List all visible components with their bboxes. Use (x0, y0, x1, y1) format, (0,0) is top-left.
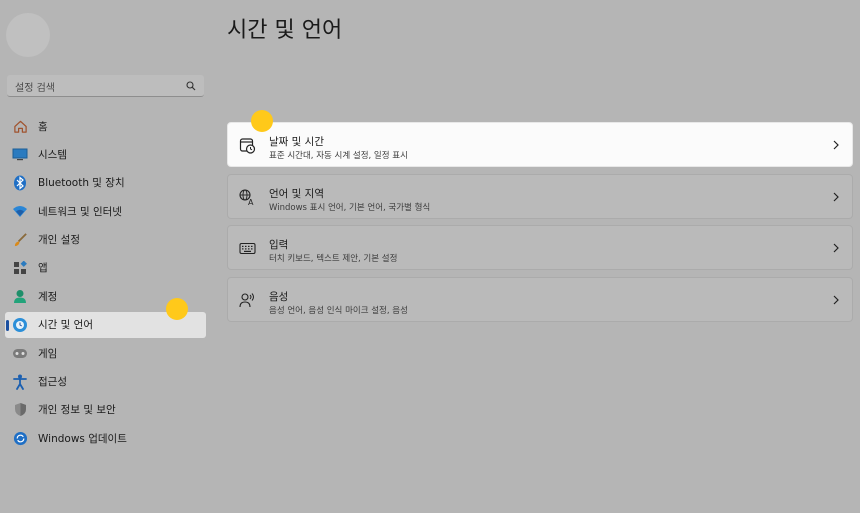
typing-card[interactable]: 입력 터치 키보드, 텍스트 제안, 기본 설정 (227, 225, 853, 270)
language-icon: A (239, 189, 254, 206)
sidebar-item-label: 시스템 (38, 148, 67, 161)
person-icon (12, 288, 28, 304)
calendar-clock-icon (239, 138, 256, 154)
sidebar-item-accessibility[interactable]: 접근성 (5, 369, 206, 395)
language-region-card[interactable]: A 언어 및 지역 Windows 표시 언어, 기본 언어, 국가별 형식 (227, 174, 853, 219)
sidebar-item-label: Bluetooth 및 장치 (38, 177, 125, 190)
sidebar-item-label: 앱 (38, 262, 48, 275)
monitor-icon (12, 146, 28, 162)
sidebar-item-privacy[interactable]: 개인 정보 및 보안 (5, 397, 206, 423)
bluetooth-icon (12, 175, 28, 191)
page-title: 시간 및 언어 (227, 18, 343, 43)
highlight-marker (166, 298, 188, 320)
card-title: 입력 (269, 239, 289, 251)
sidebar-item-bluetooth[interactable]: Bluetooth 및 장치 (5, 170, 206, 196)
chevron-right-icon (833, 243, 839, 253)
gamepad-icon (12, 345, 28, 361)
chevron-right-icon (833, 192, 839, 202)
sidebar-item-system[interactable]: 시스템 (5, 141, 206, 167)
sidebar-item-home[interactable]: 홈 (5, 113, 206, 139)
search-icon[interactable] (186, 81, 196, 91)
settings-window: 설정 검색 홈 시스템 Bluetooth 및 장치 네트워크 및 인터넷 개인… (0, 0, 860, 513)
wifi-icon (12, 203, 28, 219)
sidebar-item-personalization[interactable]: 개인 설정 (5, 227, 206, 253)
sidebar-item-label: 접근성 (38, 376, 67, 389)
highlight-marker (251, 110, 273, 132)
brush-icon (12, 232, 28, 248)
sidebar-item-label: 계정 (38, 290, 58, 303)
sidebar-nav: 홈 시스템 Bluetooth 및 장치 네트워크 및 인터넷 개인 설정 앱 … (5, 113, 206, 454)
update-icon (12, 430, 28, 446)
apps-icon (12, 260, 28, 276)
sidebar-item-gaming[interactable]: 게임 (5, 340, 206, 366)
sidebar-item-apps[interactable]: 앱 (5, 255, 206, 281)
card-subtitle: 터치 키보드, 텍스트 제안, 기본 설정 (269, 254, 398, 264)
search-input[interactable]: 설정 검색 (7, 75, 204, 97)
card-subtitle: 표준 시간대, 자동 시계 설정, 일정 표시 (269, 151, 408, 161)
sidebar-item-label: 게임 (38, 347, 58, 360)
globe-clock-icon (12, 317, 28, 333)
sidebar-item-label: 시간 및 언어 (38, 319, 93, 332)
keyboard-icon (239, 242, 256, 255)
speech-card[interactable]: 음성 음성 언어, 음성 인식 마이크 설정, 음성 (227, 277, 853, 322)
selection-indicator (6, 319, 9, 331)
search-placeholder: 설정 검색 (15, 83, 55, 94)
card-title: 언어 및 지역 (269, 188, 324, 200)
accessibility-icon (12, 374, 28, 390)
speech-icon (239, 293, 254, 308)
sidebar-item-label: 홈 (38, 120, 48, 133)
shield-icon (12, 402, 28, 418)
chevron-right-icon (833, 140, 839, 150)
svg-text:A: A (248, 198, 254, 206)
sidebar-item-label: Windows 업데이트 (38, 432, 127, 445)
home-icon (12, 118, 28, 134)
sidebar-item-windows-update[interactable]: Windows 업데이트 (5, 425, 206, 451)
chevron-right-icon (833, 295, 839, 305)
card-subtitle: Windows 표시 언어, 기본 언어, 국가별 형식 (269, 203, 431, 213)
sidebar-item-label: 개인 정보 및 보안 (38, 404, 116, 417)
date-time-card[interactable]: 날짜 및 시간 표준 시간대, 자동 시계 설정, 일정 표시 (227, 122, 853, 167)
card-title: 음성 (269, 291, 289, 303)
card-subtitle: 음성 언어, 음성 인식 마이크 설정, 음성 (269, 306, 408, 316)
user-avatar[interactable] (6, 13, 50, 57)
sidebar-item-label: 개인 설정 (38, 234, 80, 247)
sidebar-item-label: 네트워크 및 인터넷 (38, 205, 122, 218)
card-title: 날짜 및 시간 (269, 136, 324, 148)
sidebar-item-network[interactable]: 네트워크 및 인터넷 (5, 198, 206, 224)
